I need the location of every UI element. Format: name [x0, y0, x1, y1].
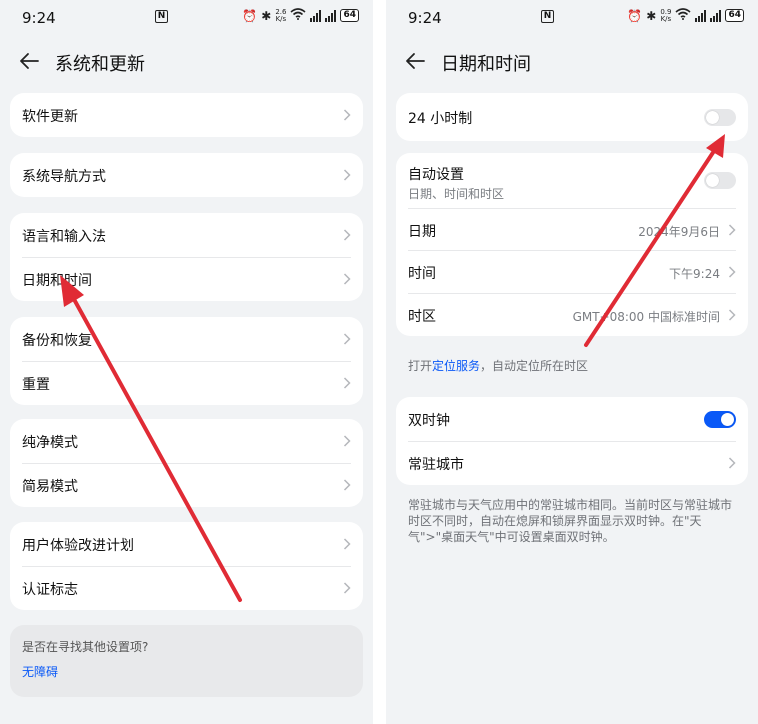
- chevron-right-icon: [343, 169, 351, 181]
- location-service-link[interactable]: 定位服务: [432, 359, 480, 373]
- chevron-right-icon: [728, 457, 736, 469]
- item-certification[interactable]: 认证标志: [10, 566, 363, 610]
- item-label: 系统导航方式: [22, 169, 106, 185]
- back-arrow-icon[interactable]: [404, 50, 426, 72]
- status-time: 9:24: [408, 9, 442, 27]
- signal-icon-2: [710, 9, 722, 22]
- signal-icon: [310, 9, 322, 22]
- card-24h: 24 小时制: [396, 93, 748, 141]
- bluetooth-icon: ✱: [261, 8, 272, 23]
- item-label: 简易模式: [22, 479, 78, 495]
- nfc-icon: N: [541, 10, 554, 23]
- chevron-right-icon: [343, 333, 351, 345]
- battery-icon: 64: [340, 9, 359, 22]
- wifi-icon: [675, 8, 691, 23]
- item-pure-mode[interactable]: 纯净模式: [10, 419, 363, 463]
- item-label: 备份和恢复: [22, 333, 92, 349]
- item-24-hour: 24 小时制: [396, 93, 748, 141]
- item-software-update[interactable]: 软件更新: [10, 93, 363, 137]
- item-label: 纯净模式: [22, 435, 78, 451]
- item-label: 认证标志: [22, 582, 78, 598]
- network-speed: 2.6 K/s: [275, 7, 287, 23]
- bluetooth-icon: ✱: [646, 8, 657, 23]
- item-label: 时区: [408, 309, 436, 325]
- location-note: 打开定位服务，自动定位所在时区: [408, 359, 589, 373]
- item-navigation-mode[interactable]: 系统导航方式: [10, 153, 363, 197]
- card-backup-reset: 备份和恢复 重置: [10, 317, 363, 405]
- card-language-datetime: 语言和输入法 日期和时间: [10, 213, 363, 301]
- item-label: 用户体验改进计划: [22, 538, 134, 554]
- chevron-right-icon: [343, 538, 351, 550]
- chevron-right-icon: [343, 582, 351, 594]
- item-label: 日期和时间: [22, 273, 92, 289]
- card-navigation: 系统导航方式: [10, 153, 363, 197]
- page-title: 日期和时间: [441, 54, 531, 75]
- item-timezone[interactable]: 时区 GMT+08:00 中国标准时间: [396, 293, 748, 336]
- chevron-right-icon: [343, 109, 351, 121]
- timezone-value: GMT+08:00 中国标准时间: [572, 310, 720, 324]
- status-bar: 9:24 N ⏰ ✱ 2.6 K/s 64: [0, 0, 373, 34]
- network-speed: 0.9 K/s: [660, 7, 672, 23]
- toggle-auto-set[interactable]: [704, 172, 736, 189]
- item-auto-set: 自动设置 日期、时间和时区: [396, 153, 748, 208]
- chevron-right-icon: [343, 229, 351, 241]
- item-label: 24 小时制: [408, 111, 473, 127]
- dual-clock-note: 常驻城市与天气应用中的常驻城市相同。当前时区与常驻城市时区不同时，自动在熄屏和锁…: [408, 498, 733, 544]
- signal-icon-2: [325, 9, 337, 22]
- chevron-right-icon: [728, 224, 736, 236]
- page-header: 日期和时间: [386, 44, 758, 78]
- item-reset[interactable]: 重置: [10, 361, 363, 405]
- back-arrow-icon[interactable]: [18, 50, 40, 72]
- chevron-right-icon: [728, 266, 736, 278]
- battery-icon: 64: [725, 9, 744, 22]
- wifi-icon: [290, 8, 306, 23]
- item-label: 重置: [22, 377, 50, 393]
- chevron-right-icon: [343, 377, 351, 389]
- item-label: 软件更新: [22, 109, 78, 125]
- right-screen: 9:24 N ⏰ ✱ 0.9 K/s 64 日期和时间 24 小时制 自动设置 日…: [386, 0, 758, 724]
- chevron-right-icon: [728, 309, 736, 321]
- accessibility-link[interactable]: 无障碍: [22, 663, 58, 680]
- item-home-city[interactable]: 常驻城市: [396, 441, 748, 485]
- alarm-icon: ⏰: [627, 8, 643, 23]
- card-modes: 纯净模式 简易模式: [10, 419, 363, 507]
- card-datetime-settings: 自动设置 日期、时间和时区 日期 2024年9月6日 时间 下午9:24 时区 …: [396, 153, 748, 336]
- item-label: 日期: [408, 224, 436, 240]
- item-user-experience[interactable]: 用户体验改进计划: [10, 522, 363, 566]
- item-language-input[interactable]: 语言和输入法: [10, 213, 363, 257]
- page-title: 系统和更新: [55, 54, 145, 75]
- help-question: 是否在寻找其他设置项?: [22, 640, 149, 654]
- item-dual-clock: 双时钟: [396, 397, 748, 441]
- alarm-icon: ⏰: [242, 8, 258, 23]
- item-label: 时间: [408, 266, 436, 282]
- nfc-icon: N: [155, 10, 168, 23]
- toggle-dual-clock[interactable]: [704, 411, 736, 428]
- item-label: 自动设置: [408, 167, 464, 183]
- chevron-right-icon: [343, 479, 351, 491]
- item-simple-mode[interactable]: 简易模式: [10, 463, 363, 507]
- card-experience: 用户体验改进计划 认证标志: [10, 522, 363, 610]
- signal-icon: [695, 9, 707, 22]
- item-date[interactable]: 日期 2024年9月6日: [396, 208, 748, 250]
- item-date-time[interactable]: 日期和时间: [10, 257, 363, 301]
- toggle-24-hour[interactable]: [704, 109, 736, 126]
- date-value: 2024年9月6日: [638, 225, 720, 239]
- card-dual-clock: 双时钟 常驻城市: [396, 397, 748, 485]
- item-time[interactable]: 时间 下午9:24: [396, 250, 748, 293]
- item-label: 常驻城市: [408, 457, 464, 473]
- item-label: 双时钟: [408, 413, 450, 429]
- help-card: 是否在寻找其他设置项? 无障碍: [10, 625, 363, 697]
- item-backup-restore[interactable]: 备份和恢复: [10, 317, 363, 361]
- item-sublabel: 日期、时间和时区: [408, 187, 505, 201]
- status-time: 9:24: [22, 9, 56, 27]
- card-software-update: 软件更新: [10, 93, 363, 137]
- status-bar: 9:24 N ⏰ ✱ 0.9 K/s 64: [386, 0, 758, 34]
- chevron-right-icon: [343, 273, 351, 285]
- chevron-right-icon: [343, 435, 351, 447]
- left-screen: 9:24 N ⏰ ✱ 2.6K/s 64 系统和更新 软件更新 系统导航方式: [0, 0, 373, 724]
- page-header: 系统和更新: [0, 44, 373, 78]
- item-label: 语言和输入法: [22, 229, 106, 245]
- time-value: 下午9:24: [669, 267, 720, 281]
